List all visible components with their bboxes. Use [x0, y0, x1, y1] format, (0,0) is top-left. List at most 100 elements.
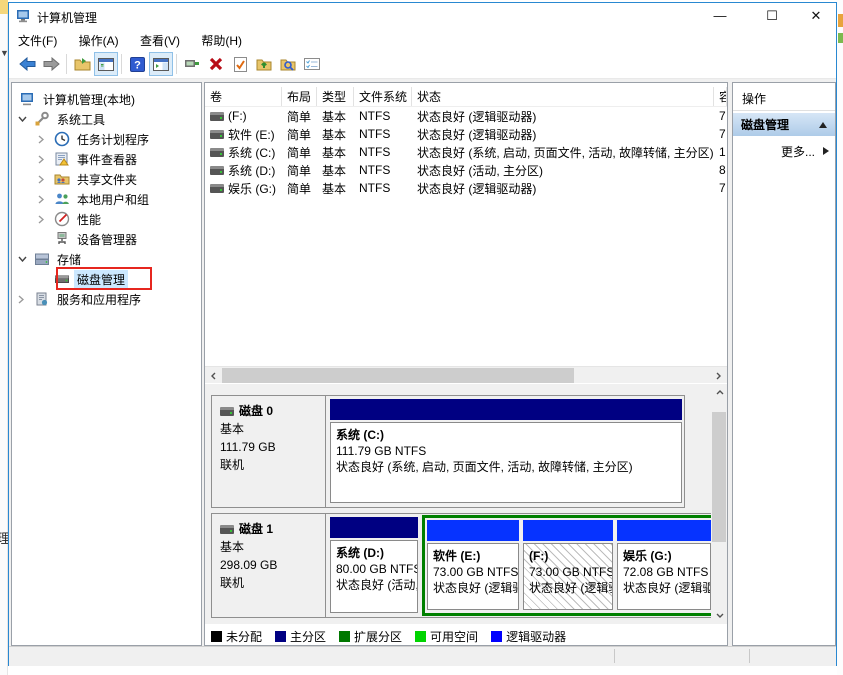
column-status[interactable]: 状态 — [412, 87, 714, 107]
tree-item-storage[interactable]: 存储 — [12, 249, 201, 269]
maximize-button[interactable]: ☐ — [755, 3, 789, 29]
actions-header: 操作 — [733, 83, 835, 107]
background-icon-fragment — [838, 33, 843, 43]
scroll-right-icon[interactable] — [710, 367, 727, 384]
back-icon[interactable] — [15, 52, 39, 76]
chevron-down-icon[interactable] — [18, 256, 34, 262]
forward-icon[interactable] — [39, 52, 63, 76]
partition-f-selected[interactable]: (F:) 73.00 GB NTFS 状态良好 (逻辑驱动器) — [523, 520, 613, 610]
partition-c[interactable]: 系统 (C:) 111.79 GB NTFS 状态良好 (系统, 启动, 页面文… — [330, 399, 682, 503]
show-action-pane-icon[interactable] — [149, 52, 173, 76]
tree-item-local-users-groups[interactable]: 本地用户和组 — [12, 189, 201, 209]
toolbar: ? — [9, 50, 836, 79]
column-capacity[interactable]: 容 — [714, 87, 727, 107]
volume-icon — [210, 184, 224, 193]
show-console-tree-icon[interactable] — [94, 52, 118, 76]
status-bar — [9, 646, 836, 666]
tree-item-performance[interactable]: 性能 — [12, 209, 201, 229]
event-viewer-icon — [54, 151, 70, 167]
actions-more-item[interactable]: 更多... — [733, 141, 835, 161]
column-type[interactable]: 类型 — [317, 87, 354, 107]
scroll-left-icon[interactable] — [205, 367, 222, 384]
disk-icon — [220, 525, 234, 534]
horizontal-scrollbar[interactable] — [205, 366, 727, 383]
volume-icon — [210, 166, 224, 175]
submenu-arrow-icon — [823, 147, 829, 155]
tree-item-system-tools[interactable]: 系统工具 — [12, 109, 201, 129]
disk-icon — [220, 407, 234, 416]
chevron-right-icon[interactable] — [38, 195, 54, 204]
chevron-down-icon[interactable] — [18, 116, 34, 122]
export-list-icon[interactable] — [70, 52, 94, 76]
window-title: 计算机管理 — [37, 9, 97, 26]
partition-color-bar — [427, 520, 519, 541]
legend-logical-drive: 逻辑驱动器 — [491, 628, 566, 645]
scrollbar-thumb[interactable] — [222, 368, 574, 383]
disk-1-row: 磁盘 1 基本 298.09 GB 联机 系统 (D:) 80.00 GB NT… — [211, 513, 713, 618]
up-one-level-icon[interactable] — [252, 52, 276, 76]
chevron-right-icon[interactable] — [18, 295, 34, 304]
tree-item-event-viewer[interactable]: 事件查看器 — [12, 149, 201, 169]
partition-e[interactable]: 软件 (E:) 73.00 GB NTFS 状态良好 (逻辑驱动器) — [427, 520, 519, 610]
computer-management-window: 计算机管理 — ☐ ✕ 文件(F) 操作(A) 查看(V) 帮助(H) ? — [8, 2, 837, 666]
chevron-right-icon[interactable] — [38, 215, 54, 224]
collapse-icon[interactable] — [819, 122, 827, 128]
scroll-down-icon[interactable] — [711, 607, 728, 624]
partition-g[interactable]: 娱乐 (G:) 72.08 GB NTFS 状态良好 (逻辑驱动器) — [617, 520, 711, 610]
chevron-right-icon[interactable] — [38, 135, 54, 144]
scrollbar-thumb[interactable] — [712, 412, 726, 542]
partition-color-bar — [330, 399, 682, 420]
tree-item-task-scheduler[interactable]: 任务计划程序 — [12, 129, 201, 149]
minimize-button[interactable]: — — [703, 3, 737, 29]
menu-action[interactable]: 操作(A) — [70, 29, 128, 52]
background-icon-fragment — [838, 14, 843, 27]
disk-1-info[interactable]: 磁盘 1 基本 298.09 GB 联机 — [212, 514, 326, 617]
volume-row-c[interactable]: 系统 (C:) 简单 基本 NTFS 状态良好 (系统, 启动, 页面文件, 活… — [205, 143, 727, 161]
chevron-right-icon[interactable] — [38, 155, 54, 164]
tree-item-computer-management[interactable]: 计算机管理(本地) — [12, 89, 201, 109]
tree-item-services-applications[interactable]: 服务和应用程序 — [12, 289, 201, 309]
volume-row-d[interactable]: 系统 (D:) 简单 基本 NTFS 状态良好 (活动, 主分区) 8 — [205, 161, 727, 179]
volume-list-header[interactable]: 卷 布局 类型 文件系统 状态 容 — [205, 87, 727, 107]
menu-file[interactable]: 文件(F) — [9, 29, 66, 52]
title-bar[interactable]: 计算机管理 — ☐ ✕ — [9, 3, 836, 29]
column-layout[interactable]: 布局 — [282, 87, 317, 107]
volume-icon — [210, 148, 224, 157]
close-button[interactable]: ✕ — [799, 3, 833, 29]
tree-item-shared-folders[interactable]: 共享文件夹 — [12, 169, 201, 189]
menu-help[interactable]: 帮助(H) — [192, 29, 251, 52]
partition-d[interactable]: 系统 (D:) 80.00 GB NTFS 状态良好 (活动, 主分区) — [330, 517, 418, 613]
volume-row-f[interactable]: (F:) 简单 基本 NTFS 状态良好 (逻辑驱动器) 7 — [205, 107, 727, 125]
actions-group-disk-management[interactable]: 磁盘管理 — [733, 113, 835, 136]
chevron-right-icon[interactable] — [38, 175, 54, 184]
menu-view[interactable]: 查看(V) — [131, 29, 189, 52]
actions-pane: 操作 磁盘管理 更多... — [732, 82, 836, 646]
delete-icon[interactable] — [204, 52, 228, 76]
column-volume[interactable]: 卷 — [205, 87, 282, 107]
scroll-up-icon[interactable] — [711, 384, 728, 401]
find-icon[interactable] — [276, 52, 300, 76]
disk-0-info[interactable]: 磁盘 0 基本 111.79 GB 联机 — [212, 396, 326, 507]
system-tools-icon — [34, 111, 50, 127]
storage-icon — [34, 251, 50, 267]
performance-icon — [54, 211, 70, 227]
computer-icon — [20, 91, 36, 107]
check-document-icon[interactable] — [228, 52, 252, 76]
legend-unallocated: 未分配 — [211, 628, 262, 645]
legend-primary-partition: 主分区 — [275, 628, 326, 645]
column-filesystem[interactable]: 文件系统 — [354, 87, 412, 107]
disk-0-row: 磁盘 0 基本 111.79 GB 联机 系统 (C:) 111.79 GB N… — [211, 395, 685, 508]
volume-row-g[interactable]: 娱乐 (G:) 简单 基本 NTFS 状态良好 (逻辑驱动器) 7 — [205, 179, 727, 197]
volume-row-e[interactable]: 软件 (E:) 简单 基本 NTFS 状态良好 (逻辑驱动器) 7 — [205, 125, 727, 143]
properties-list-icon[interactable] — [300, 52, 324, 76]
partition-color-bar — [617, 520, 711, 541]
vertical-scrollbar[interactable] — [711, 384, 727, 624]
background-window-right-sliver — [837, 0, 843, 675]
app-icon — [16, 8, 32, 24]
help-icon[interactable]: ? — [125, 52, 149, 76]
partition-color-bar — [330, 517, 418, 538]
legend-free-space: 可用空间 — [415, 628, 478, 645]
tree-item-device-manager[interactable]: 设备管理器 — [12, 229, 201, 249]
device-properties-icon[interactable] — [180, 52, 204, 76]
menu-bar: 文件(F) 操作(A) 查看(V) 帮助(H) — [9, 29, 836, 50]
